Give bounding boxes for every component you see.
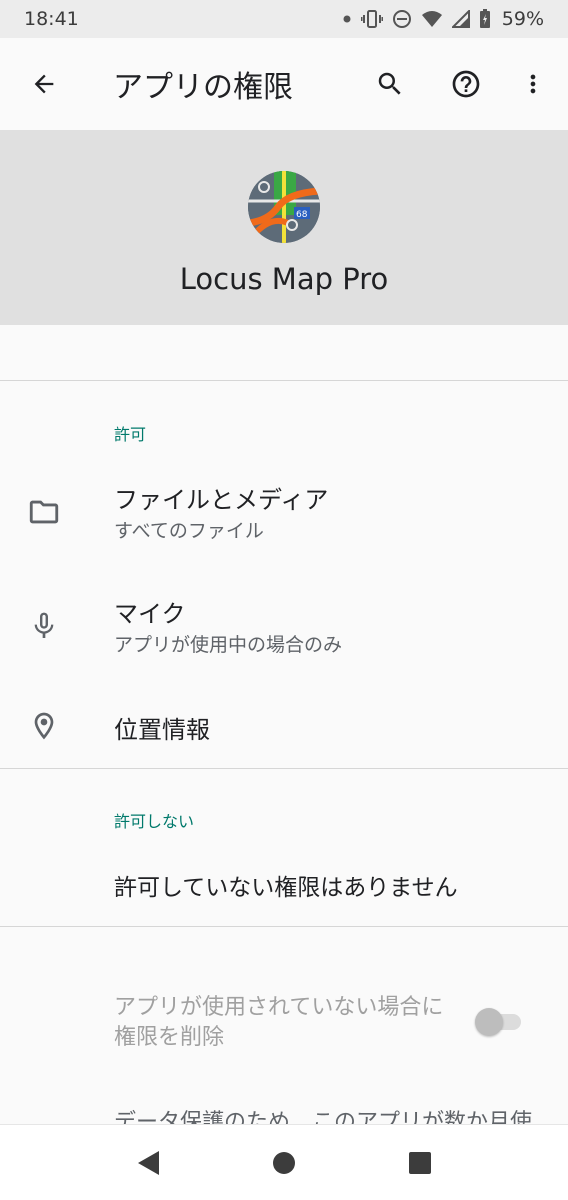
cell-signal-icon <box>451 10 470 28</box>
microphone-icon <box>26 608 62 644</box>
auto-remove-toggle[interactable] <box>475 1008 525 1036</box>
triangle-back-icon <box>138 1151 159 1175</box>
battery-charging-icon <box>479 9 491 29</box>
toggle-thumb <box>475 1008 503 1036</box>
folder-icon <box>26 494 62 530</box>
nav-back-button[interactable] <box>124 1139 172 1187</box>
denied-section-header: 許可しない <box>114 812 195 831</box>
location-pin-icon <box>26 708 62 744</box>
permission-row-microphone[interactable]: マイク アプリが使用中の場合のみ <box>0 576 568 676</box>
permission-title: 位置情報 <box>114 716 210 744</box>
nav-recents-button[interactable] <box>396 1139 444 1187</box>
help-button[interactable] <box>438 56 494 112</box>
page-title: アプリの権限 <box>113 70 293 105</box>
back-button[interactable] <box>16 56 72 112</box>
svg-text:68: 68 <box>296 210 308 220</box>
search-button[interactable] <box>362 56 418 112</box>
app-header: 68 Locus Map Pro <box>0 130 568 325</box>
status-icons: 59% <box>342 8 544 30</box>
help-icon <box>452 70 480 98</box>
status-time: 18:41 <box>24 8 79 30</box>
app-bar: アプリの権限 <box>0 38 568 130</box>
permission-subtitle: すべてのファイル <box>114 520 264 542</box>
permission-row-location[interactable]: 位置情報 <box>0 690 568 766</box>
wifi-icon <box>421 10 443 28</box>
notification-dot-icon <box>342 14 352 24</box>
arrow-back-icon <box>34 74 54 94</box>
permission-title: マイク <box>114 600 186 628</box>
vibrate-icon <box>360 9 383 29</box>
battery-percentage: 59% <box>501 8 544 30</box>
navigation-bar <box>0 1124 568 1200</box>
more-options-button[interactable] <box>505 56 561 112</box>
permission-title: ファイルとメディア <box>114 486 329 514</box>
nav-home-button[interactable] <box>260 1139 308 1187</box>
circle-home-icon <box>273 1152 295 1174</box>
square-recents-icon <box>409 1152 431 1174</box>
permission-row-files[interactable]: ファイルとメディア すべてのファイル <box>0 462 568 562</box>
no-denied-permissions-text: 許可していない権限はありません <box>114 875 458 901</box>
divider <box>0 380 568 381</box>
search-icon <box>378 72 401 95</box>
app-name: Locus Map Pro <box>179 262 389 296</box>
more-vert-icon <box>530 74 536 94</box>
do-not-disturb-icon <box>392 9 412 29</box>
status-bar: 18:41 59% <box>0 0 568 38</box>
divider <box>0 926 568 927</box>
allowed-section-header: 許可 <box>114 425 147 444</box>
permission-subtitle: アプリが使用中の場合のみ <box>114 634 343 656</box>
app-icon: 68 <box>248 171 320 243</box>
auto-remove-permissions-label: アプリが使用されていない場合に権限を削除 <box>114 995 444 1050</box>
divider <box>0 768 568 769</box>
